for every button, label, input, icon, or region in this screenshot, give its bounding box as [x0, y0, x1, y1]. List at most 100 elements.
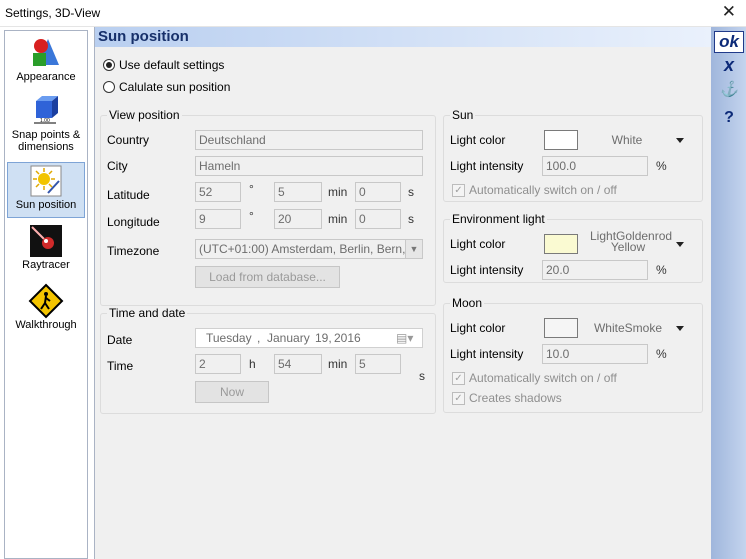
page-title-bar: Sun position	[95, 27, 712, 47]
moon-color-swatch[interactable]	[544, 318, 578, 338]
sun-intensity-label: Light intensity	[450, 159, 524, 173]
sidebar-item-label: Walkthrough	[15, 319, 77, 331]
sec-unit: s	[408, 212, 414, 226]
help-button[interactable]: ?	[714, 107, 744, 129]
minute-field[interactable]: 54	[274, 354, 322, 374]
sidebar-item-label: Sun position	[15, 199, 77, 211]
radio-dot[interactable]	[103, 59, 115, 71]
view-position-group: View position Country Deutschland City H…	[100, 108, 436, 306]
sun-group: Sun Light color White Light intensity 10…	[443, 108, 703, 202]
radio-dot[interactable]	[103, 81, 115, 93]
longitude-label: Longitude	[107, 215, 160, 229]
checkbox-box[interactable]: ✓	[452, 371, 465, 385]
sidebar-item-snap-points[interactable]: 1.00 Snap points & dimensions	[7, 93, 85, 159]
moon-color-name: WhiteSmoke	[593, 321, 663, 335]
moon-shadows-checkbox[interactable]: ✓ Creates shadows	[452, 391, 562, 405]
sun-intensity-field[interactable]: 100.0	[542, 156, 648, 176]
longitude-minutes-field[interactable]: 20	[274, 209, 322, 229]
timezone-dropdown[interactable]: (UTC+01:00) Amsterdam, Berlin, Bern,	[195, 239, 423, 259]
sun-position-icon	[30, 165, 62, 197]
sidebar-item-raytracer[interactable]: Raytracer	[7, 223, 85, 277]
sidebar-item-label: Raytracer	[22, 259, 70, 271]
moon-auto-switch-checkbox[interactable]: ✓ Automatically switch on / off	[452, 371, 617, 385]
moon-intensity-label: Light intensity	[450, 347, 524, 361]
checkbox-box[interactable]: ✓	[452, 183, 465, 197]
environment-color-name: LightGoldenrod Yellow	[590, 229, 673, 254]
timezone-label: Timezone	[107, 244, 160, 258]
minute-unit: min	[328, 357, 348, 371]
environment-intensity-label: Light intensity	[450, 263, 524, 277]
sidebar-item-sun-position[interactable]: Sun position	[7, 162, 85, 218]
second-field[interactable]: 5	[355, 354, 401, 374]
hour-field[interactable]: 2	[195, 354, 241, 374]
raytracer-icon	[30, 225, 62, 257]
moon-color-label: Light color	[450, 321, 506, 335]
environment-color-label: Light color	[450, 237, 506, 251]
country-label: Country	[107, 133, 150, 147]
percent-unit: %	[656, 159, 667, 173]
latitude-degrees-field[interactable]: 52	[195, 182, 241, 202]
date-weekday: Tuesday	[206, 331, 252, 345]
radio-calculate-sun[interactable]: Calulate sun position	[103, 80, 230, 94]
degree-unit: °	[249, 182, 254, 196]
now-button[interactable]: Now	[195, 381, 269, 403]
sun-auto-switch-checkbox[interactable]: ✓ Automatically switch on / off	[452, 183, 617, 197]
group-title: Moon	[450, 296, 485, 310]
sun-color-label: Light color	[450, 133, 506, 147]
snap-points-icon: 1.00	[34, 96, 58, 124]
calendar-icon[interactable]: ▤▾	[396, 329, 413, 347]
svg-text:1.00: 1.00	[40, 118, 50, 124]
longitude-seconds-field[interactable]: 0	[355, 209, 401, 229]
date-day: 19,	[315, 331, 332, 345]
anchor-icon[interactable]: ⚓	[714, 79, 744, 101]
moon-intensity-field[interactable]: 10.0	[542, 344, 648, 364]
chevron-down-icon[interactable]	[676, 326, 684, 331]
city-field[interactable]: Hameln	[195, 156, 423, 176]
chevron-down-icon[interactable]	[676, 242, 684, 247]
environment-light-group: Environment light Light color LightGolde…	[443, 212, 703, 283]
timezone-value: (UTC+01:00) Amsterdam, Berlin, Bern,	[199, 242, 406, 256]
cancel-button[interactable]: x	[714, 55, 744, 77]
date-picker[interactable]: Tuesday , January 19, 2016 ▤▾	[195, 328, 423, 348]
latitude-seconds-field[interactable]: 0	[355, 182, 401, 202]
page-title: Sun position	[98, 28, 189, 45]
environment-intensity-field[interactable]: 20.0	[542, 260, 648, 280]
checkbox-label: Creates shadows	[469, 391, 562, 405]
longitude-degrees-field[interactable]: 9	[195, 209, 241, 229]
date-label: Date	[107, 333, 133, 347]
moon-group: Moon Light color WhiteSmoke Light intens…	[443, 296, 703, 413]
group-title: Time and date	[107, 306, 188, 320]
radio-label: Calulate sun position	[119, 80, 231, 94]
settings-sidebar: Appearance 1.00 Snap points & dimensions …	[4, 30, 88, 559]
sidebar-item-label: Snap points & dimensions	[11, 129, 81, 153]
min-unit: min	[328, 212, 348, 226]
sec-unit: s	[408, 185, 414, 199]
walkthrough-icon	[28, 283, 64, 319]
radio-default-settings[interactable]: Use default settings	[103, 58, 224, 72]
country-field[interactable]: Deutschland	[195, 130, 423, 150]
close-icon[interactable]: ✕	[722, 2, 736, 22]
window-title: Settings, 3D-View	[5, 6, 101, 20]
sidebar-item-walkthrough[interactable]: Walkthrough	[7, 283, 85, 337]
chevron-down-icon[interactable]: ▼	[405, 240, 422, 258]
sun-color-swatch[interactable]	[544, 130, 578, 150]
radio-label: Use default settings	[119, 58, 225, 72]
latitude-minutes-field[interactable]: 5	[274, 182, 322, 202]
time-date-group: Time and date Date Tuesday , January 19,…	[100, 306, 436, 414]
group-title: View position	[107, 108, 182, 122]
date-separator: ,	[257, 331, 261, 345]
load-from-database-button[interactable]: Load from database...	[195, 266, 340, 288]
checkbox-label: Automatically switch on / off	[469, 371, 617, 385]
action-bar: ok x ⚓ ?	[711, 27, 746, 559]
percent-unit: %	[656, 347, 667, 361]
sidebar-item-appearance[interactable]: Appearance	[7, 35, 85, 89]
second-unit: s	[419, 369, 425, 383]
chevron-down-icon[interactable]	[676, 138, 684, 143]
checkbox-label: Automatically switch on / off	[469, 183, 617, 197]
group-title: Environment light	[450, 212, 547, 226]
main-panel: Sun position Use default settings Calula…	[94, 27, 712, 559]
sun-color-name: White	[611, 133, 643, 147]
environment-color-swatch[interactable]	[544, 234, 578, 254]
checkbox-box[interactable]: ✓	[452, 391, 465, 405]
ok-button[interactable]: ok	[714, 31, 744, 53]
